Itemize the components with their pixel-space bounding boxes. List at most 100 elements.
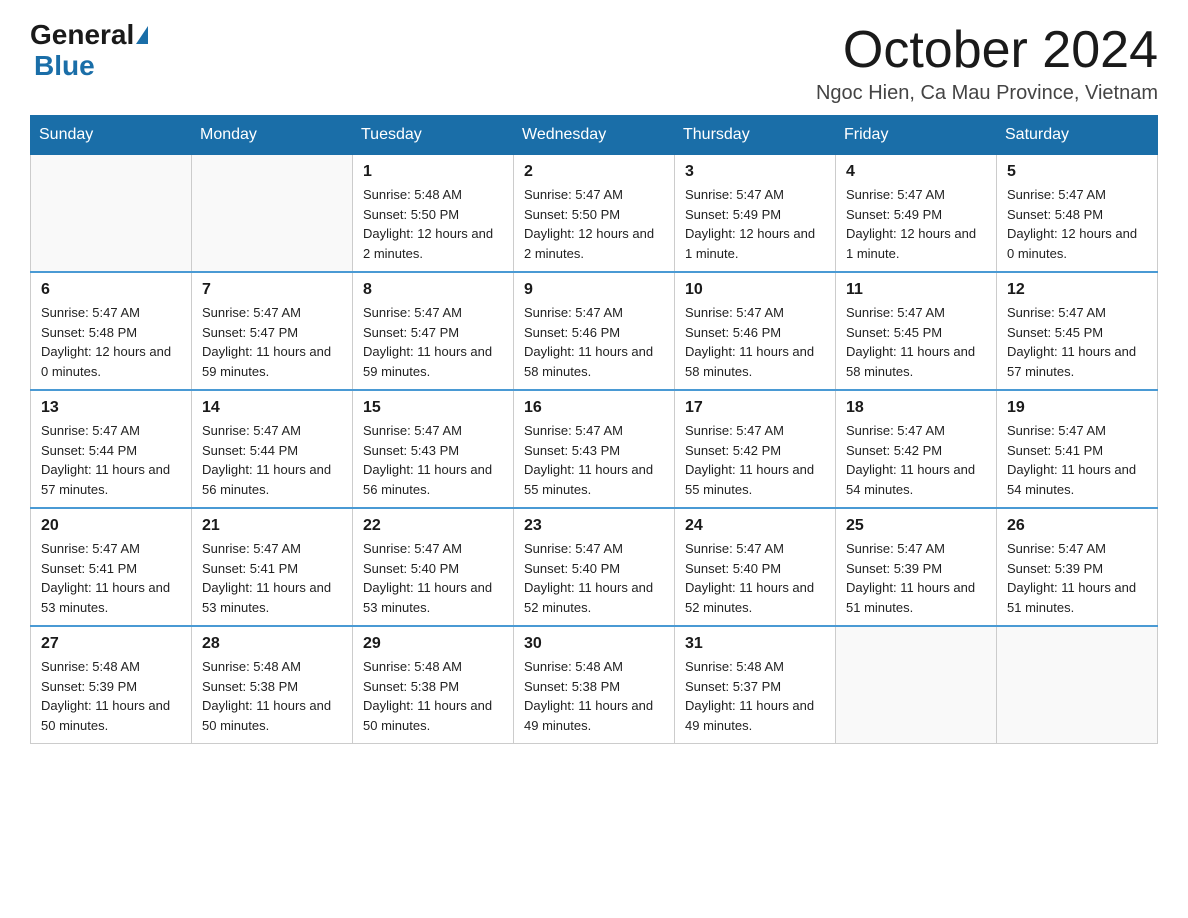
calendar-body: 1 Sunrise: 5:48 AMSunset: 5:50 PMDaylight… [31, 155, 1158, 744]
day-number: 5 [1007, 163, 1147, 181]
day-info: Sunrise: 5:48 AMSunset: 5:37 PMDaylight:… [685, 657, 825, 735]
calendar-cell [836, 626, 997, 744]
day-info: Sunrise: 5:47 AMSunset: 5:42 PMDaylight:… [685, 421, 825, 499]
day-number: 13 [41, 399, 181, 417]
day-info: Sunrise: 5:47 AMSunset: 5:43 PMDaylight:… [363, 421, 503, 499]
day-number: 15 [363, 399, 503, 417]
calendar-cell: 21 Sunrise: 5:47 AMSunset: 5:41 PMDayligh… [192, 508, 353, 626]
day-info: Sunrise: 5:47 AMSunset: 5:39 PMDaylight:… [1007, 539, 1147, 617]
week-row-3: 13 Sunrise: 5:47 AMSunset: 5:44 PMDayligh… [31, 390, 1158, 508]
day-number: 7 [202, 281, 342, 299]
day-info: Sunrise: 5:47 AMSunset: 5:49 PMDaylight:… [846, 185, 986, 263]
calendar-cell: 6 Sunrise: 5:47 AMSunset: 5:48 PMDaylight… [31, 272, 192, 390]
calendar-cell: 7 Sunrise: 5:47 AMSunset: 5:47 PMDaylight… [192, 272, 353, 390]
day-info: Sunrise: 5:47 AMSunset: 5:41 PMDaylight:… [202, 539, 342, 617]
col-header-sunday: Sunday [31, 116, 192, 155]
title-block: October 2024 Ngoc Hien, Ca Mau Province,… [816, 20, 1158, 105]
week-row-5: 27 Sunrise: 5:48 AMSunset: 5:39 PMDayligh… [31, 626, 1158, 744]
day-number: 28 [202, 635, 342, 653]
calendar-cell: 12Sunrise: 5:47 AMSunset: 5:45 PMDayligh… [997, 272, 1158, 390]
day-info: Sunrise: 5:47 AMSunset: 5:41 PMDaylight:… [41, 539, 181, 617]
day-number: 26 [1007, 517, 1147, 535]
day-number: 1 [363, 163, 503, 181]
calendar-cell: 11 Sunrise: 5:47 AMSunset: 5:45 PMDayligh… [836, 272, 997, 390]
day-number: 3 [685, 163, 825, 181]
day-info: Sunrise: 5:48 AMSunset: 5:38 PMDaylight:… [363, 657, 503, 735]
day-info: Sunrise: 5:47 AMSunset: 5:40 PMDaylight:… [524, 539, 664, 617]
header-row: SundayMondayTuesdayWednesdayThursdayFrid… [31, 116, 1158, 155]
calendar-cell: 8 Sunrise: 5:47 AMSunset: 5:47 PMDaylight… [353, 272, 514, 390]
day-info: Sunrise: 5:47 AMSunset: 5:39 PMDaylight:… [846, 539, 986, 617]
calendar-cell: 22 Sunrise: 5:47 AMSunset: 5:40 PMDayligh… [353, 508, 514, 626]
day-number: 9 [524, 281, 664, 299]
col-header-friday: Friday [836, 116, 997, 155]
day-info: Sunrise: 5:48 AMSunset: 5:38 PMDaylight:… [202, 657, 342, 735]
week-row-1: 1 Sunrise: 5:48 AMSunset: 5:50 PMDaylight… [31, 155, 1158, 273]
day-info: Sunrise: 5:47 AMSunset: 5:48 PMDaylight:… [41, 303, 181, 381]
day-number: 19 [1007, 399, 1147, 417]
calendar-cell: 19 Sunrise: 5:47 AMSunset: 5:41 PMDayligh… [997, 390, 1158, 508]
calendar-cell: 25Sunrise: 5:47 AMSunset: 5:39 PMDayligh… [836, 508, 997, 626]
day-number: 8 [363, 281, 503, 299]
col-header-saturday: Saturday [997, 116, 1158, 155]
calendar-header: SundayMondayTuesdayWednesdayThursdayFrid… [31, 116, 1158, 155]
calendar-cell: 9 Sunrise: 5:47 AMSunset: 5:46 PMDaylight… [514, 272, 675, 390]
day-number: 23 [524, 517, 664, 535]
page-header: General Blue October 2024 Ngoc Hien, Ca … [30, 20, 1158, 105]
day-info: Sunrise: 5:48 AMSunset: 5:39 PMDaylight:… [41, 657, 181, 735]
calendar-cell: 4 Sunrise: 5:47 AMSunset: 5:49 PMDaylight… [836, 155, 997, 273]
logo-general-text: General [30, 20, 134, 51]
day-info: Sunrise: 5:47 AMSunset: 5:50 PMDaylight:… [524, 185, 664, 263]
calendar-cell: 29 Sunrise: 5:48 AMSunset: 5:38 PMDayligh… [353, 626, 514, 744]
day-number: 10 [685, 281, 825, 299]
week-row-2: 6 Sunrise: 5:47 AMSunset: 5:48 PMDaylight… [31, 272, 1158, 390]
calendar-cell: 1 Sunrise: 5:48 AMSunset: 5:50 PMDaylight… [353, 155, 514, 273]
day-number: 16 [524, 399, 664, 417]
day-info: Sunrise: 5:47 AMSunset: 5:47 PMDaylight:… [202, 303, 342, 381]
day-number: 22 [363, 517, 503, 535]
calendar-cell: 23 Sunrise: 5:47 AMSunset: 5:40 PMDayligh… [514, 508, 675, 626]
calendar-cell: 30Sunrise: 5:48 AMSunset: 5:38 PMDayligh… [514, 626, 675, 744]
day-number: 20 [41, 517, 181, 535]
day-number: 6 [41, 281, 181, 299]
col-header-monday: Monday [192, 116, 353, 155]
day-info: Sunrise: 5:47 AMSunset: 5:40 PMDaylight:… [685, 539, 825, 617]
day-info: Sunrise: 5:47 AMSunset: 5:49 PMDaylight:… [685, 185, 825, 263]
day-number: 4 [846, 163, 986, 181]
col-header-tuesday: Tuesday [353, 116, 514, 155]
day-info: Sunrise: 5:47 AMSunset: 5:46 PMDaylight:… [685, 303, 825, 381]
day-info: Sunrise: 5:47 AMSunset: 5:44 PMDaylight:… [202, 421, 342, 499]
day-number: 14 [202, 399, 342, 417]
day-info: Sunrise: 5:47 AMSunset: 5:46 PMDaylight:… [524, 303, 664, 381]
calendar-cell: 16Sunrise: 5:47 AMSunset: 5:43 PMDayligh… [514, 390, 675, 508]
calendar-cell: 20 Sunrise: 5:47 AMSunset: 5:41 PMDayligh… [31, 508, 192, 626]
calendar-cell: 27 Sunrise: 5:48 AMSunset: 5:39 PMDayligh… [31, 626, 192, 744]
calendar-cell: 26 Sunrise: 5:47 AMSunset: 5:39 PMDayligh… [997, 508, 1158, 626]
calendar-cell: 31 Sunrise: 5:48 AMSunset: 5:37 PMDayligh… [675, 626, 836, 744]
col-header-wednesday: Wednesday [514, 116, 675, 155]
day-info: Sunrise: 5:48 AMSunset: 5:50 PMDaylight:… [363, 185, 503, 263]
day-number: 11 [846, 281, 986, 299]
calendar-cell [31, 155, 192, 273]
calendar-table: SundayMondayTuesdayWednesdayThursdayFrid… [30, 115, 1158, 744]
day-number: 27 [41, 635, 181, 653]
day-info: Sunrise: 5:47 AMSunset: 5:40 PMDaylight:… [363, 539, 503, 617]
calendar-cell: 14 Sunrise: 5:47 AMSunset: 5:44 PMDayligh… [192, 390, 353, 508]
month-title: October 2024 [816, 20, 1158, 80]
day-number: 21 [202, 517, 342, 535]
calendar-cell: 28 Sunrise: 5:48 AMSunset: 5:38 PMDayligh… [192, 626, 353, 744]
logo-triangle-icon [136, 26, 148, 44]
day-info: Sunrise: 5:47 AMSunset: 5:47 PMDaylight:… [363, 303, 503, 381]
calendar-cell [997, 626, 1158, 744]
calendar-cell: 10 Sunrise: 5:47 AMSunset: 5:46 PMDayligh… [675, 272, 836, 390]
week-row-4: 20 Sunrise: 5:47 AMSunset: 5:41 PMDayligh… [31, 508, 1158, 626]
day-info: Sunrise: 5:47 AMSunset: 5:45 PMDaylight:… [1007, 303, 1147, 381]
day-number: 24 [685, 517, 825, 535]
day-number: 29 [363, 635, 503, 653]
calendar-cell: 18Sunrise: 5:47 AMSunset: 5:42 PMDayligh… [836, 390, 997, 508]
calendar-cell: 3 Sunrise: 5:47 AMSunset: 5:49 PMDaylight… [675, 155, 836, 273]
day-info: Sunrise: 5:47 AMSunset: 5:45 PMDaylight:… [846, 303, 986, 381]
day-number: 31 [685, 635, 825, 653]
day-info: Sunrise: 5:47 AMSunset: 5:41 PMDaylight:… [1007, 421, 1147, 499]
day-number: 30 [524, 635, 664, 653]
